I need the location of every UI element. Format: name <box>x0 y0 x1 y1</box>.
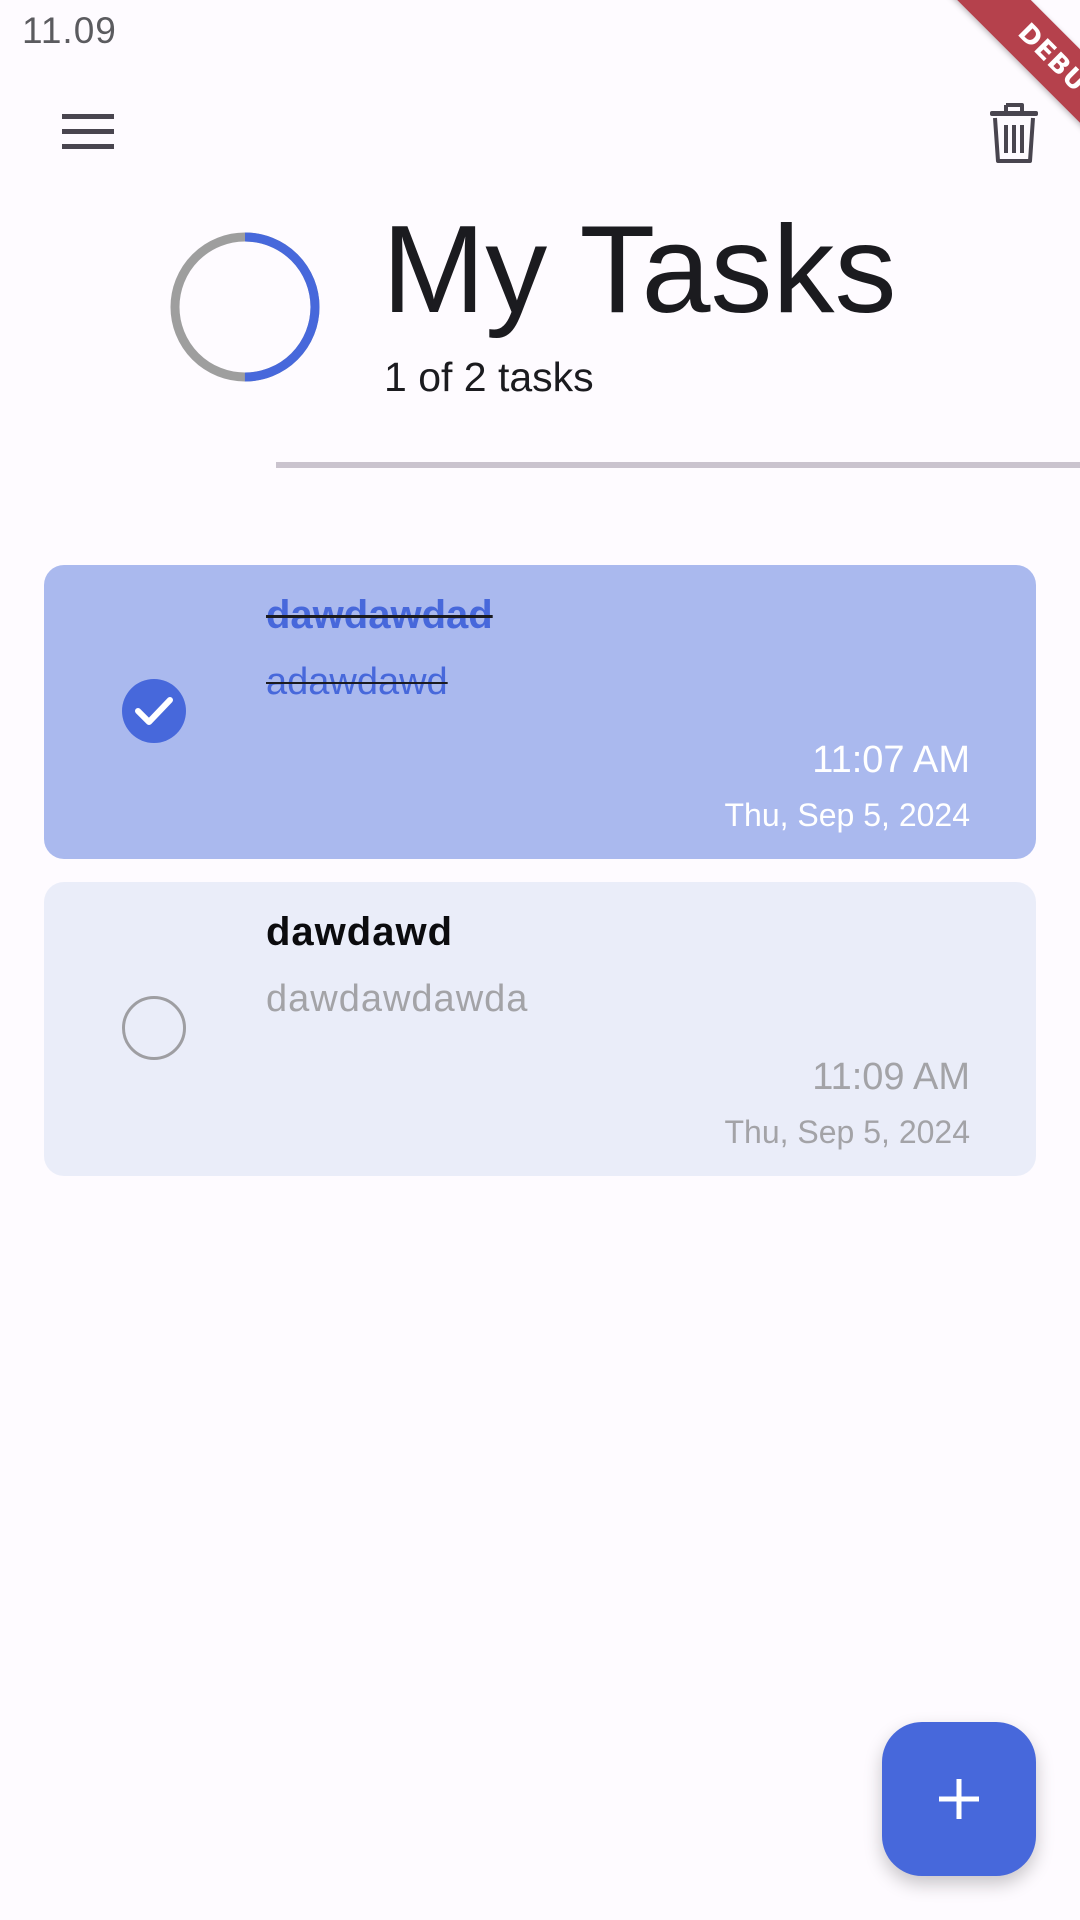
add-task-button[interactable] <box>882 1722 1036 1876</box>
page-title: My Tasks <box>382 201 897 339</box>
task-time: 11:09 AM <box>812 1056 970 1098</box>
header-divider <box>276 462 1080 468</box>
task-title: dawdawd <box>266 910 454 954</box>
menu-button[interactable] <box>48 96 128 168</box>
task-title: dawdawdad <box>266 593 493 637</box>
trash-icon <box>990 103 1038 163</box>
screen: 11.09 DEBUG My Tasks 1 of 2 tasks dawdaw… <box>0 0 1080 1920</box>
task-description: dawdawdawda <box>266 978 529 1020</box>
delete-completed-button[interactable] <box>980 96 1048 170</box>
task-date: Thu, Sep 5, 2024 <box>724 1114 970 1150</box>
status-bar-time: 11.09 <box>22 10 117 51</box>
check-icon <box>135 697 173 725</box>
task-date: Thu, Sep 5, 2024 <box>724 797 970 833</box>
task-checkbox[interactable] <box>122 996 186 1060</box>
task-description: adawdawd <box>266 661 448 703</box>
task-checkbox[interactable] <box>122 679 186 743</box>
task-card[interactable]: dawdawd dawdawdawda 11:09 AM Thu, Sep 5,… <box>44 882 1036 1176</box>
progress-ring <box>170 232 320 382</box>
task-card[interactable]: dawdawdad adawdawd 11:07 AM Thu, Sep 5, … <box>44 565 1036 859</box>
menu-icon <box>62 114 114 149</box>
task-count: 1 of 2 tasks <box>384 354 594 400</box>
task-time: 11:07 AM <box>812 739 970 781</box>
plus-icon <box>939 1779 979 1819</box>
